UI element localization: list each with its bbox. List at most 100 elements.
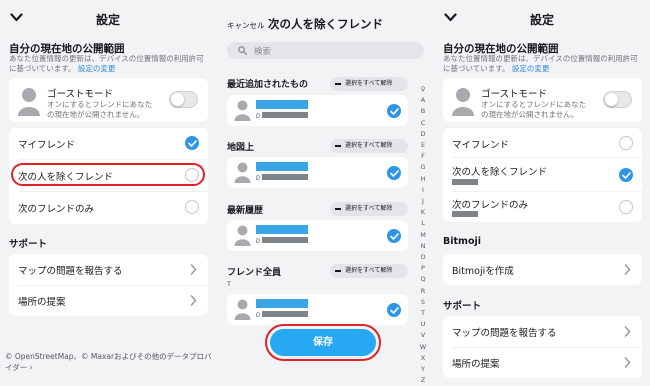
suggest-place-item[interactable]: 場所の提案 xyxy=(9,285,208,316)
alphabet-index-letter[interactable]: R xyxy=(418,286,428,297)
alphabet-index-letter[interactable]: K xyxy=(418,207,428,218)
checkmark-icon[interactable] xyxy=(387,166,401,180)
alphabet-index-letter[interactable]: ♀ xyxy=(418,84,428,95)
ghost-mode-title: ゴーストモード xyxy=(481,89,548,100)
alphabet-index-letter[interactable]: A xyxy=(418,95,428,106)
alphabet-index-letter[interactable]: S xyxy=(418,297,428,308)
friend-redacted xyxy=(452,211,478,217)
avatar-icon xyxy=(234,162,251,183)
suggest-place-item[interactable]: 場所の提案 xyxy=(443,347,642,378)
save-button[interactable]: 保存 xyxy=(270,329,376,356)
alphabet-index-letter[interactable]: Z xyxy=(418,375,428,386)
alphabet-index-letter[interactable]: J xyxy=(418,196,428,207)
ghost-mode-toggle[interactable] xyxy=(603,91,632,108)
settings-panel-right: 設定 自分の現在地の公開範囲 あなた位置情報の更新は、デバイスの位置情報の利用許… xyxy=(434,0,650,385)
radio-button[interactable] xyxy=(619,200,633,214)
alphabet-index-letter[interactable]: M xyxy=(418,230,428,241)
checkmark-icon[interactable] xyxy=(387,303,401,317)
friend-row[interactable] xyxy=(227,220,408,251)
excluded-friend-redacted xyxy=(452,179,478,185)
section-title-support: サポート xyxy=(9,239,48,250)
alphabet-index-letter[interactable]: Y xyxy=(418,364,428,375)
option-label: 次のフレンドのみ xyxy=(18,204,95,215)
change-settings-link[interactable]: 設定の変更 xyxy=(512,64,550,73)
ghost-mode-desc: オンにするとフレンドにあなたの現在地が公開されません。 xyxy=(47,100,153,119)
settings-panel-left: 設定 自分の現在地の公開範囲 あなた位置情報の更新は、デバイスの位置情報の利用許… xyxy=(0,0,216,385)
checkmark-icon[interactable] xyxy=(387,229,401,243)
alphabet-index-letter[interactable]: T xyxy=(418,308,428,319)
cancel-button[interactable]: キャンセル xyxy=(227,20,265,31)
option-label: マイフレンド xyxy=(18,140,76,151)
alphabet-index-letter[interactable]: W xyxy=(418,342,428,353)
alphabet-index-letter[interactable]: L xyxy=(418,218,428,229)
group-title-on-map: 地図上 xyxy=(227,143,255,153)
option-label: マイフレンド xyxy=(452,140,510,151)
option-my-friends[interactable]: マイフレンド xyxy=(443,128,642,159)
alphabet-index-letter[interactable]: N xyxy=(418,241,428,252)
chevron-right-icon xyxy=(190,295,197,306)
ghost-mode-title: ゴーストモード xyxy=(47,89,114,100)
alphabet-index-letter[interactable]: G xyxy=(418,162,428,173)
option-only-these-friends[interactable]: 次のフレンドのみ xyxy=(9,192,208,223)
friend-row[interactable] xyxy=(227,157,408,188)
location-description: あなた位置情報の更新は、デバイスの位置情報の利用許可に基づいています。 設定の変… xyxy=(443,54,638,73)
radio-button[interactable] xyxy=(619,136,633,150)
alphabet-index-letter[interactable]: B xyxy=(418,106,428,117)
ghost-mode-toggle[interactable] xyxy=(169,91,198,108)
alphabet-index-letter[interactable]: H xyxy=(418,174,428,185)
alphabet-index-letter[interactable]: E xyxy=(418,140,428,151)
section-title-support: サポート xyxy=(443,301,482,312)
section-title-bitmoji: Bitmoji xyxy=(443,236,481,247)
option-my-friends[interactable]: マイフレンド xyxy=(9,128,208,159)
location-description: あなた位置情報の更新は、デバイスの位置情報の利用許可に基づいています。 設定の変… xyxy=(9,54,204,73)
alphabet-index[interactable]: ♀ A B C D E F G H I J K L M N O P Q R S T U V W X Y Z xyxy=(418,84,428,386)
location-pin-icon xyxy=(256,113,260,118)
radio-button[interactable] xyxy=(185,200,199,214)
ghost-avatar-icon xyxy=(18,88,40,116)
alpha-subheader: T xyxy=(227,280,231,288)
create-bitmoji-item[interactable]: Bitmojiを作成 xyxy=(443,254,642,285)
deselect-all-button[interactable]: 選択をすべて解除 xyxy=(330,264,408,278)
alphabet-index-letter[interactable]: O xyxy=(418,252,428,263)
checkmark-icon[interactable] xyxy=(387,104,401,118)
highlight-ring xyxy=(11,163,205,186)
report-map-issue-item[interactable]: マップの問題を報告する xyxy=(443,316,642,347)
friend-row[interactable] xyxy=(227,95,408,126)
page-title: 次の人を除くフレンド xyxy=(268,17,383,31)
alphabet-index-letter[interactable]: I xyxy=(418,185,428,196)
alphabet-index-letter[interactable]: V xyxy=(418,330,428,341)
friend-username-redacted xyxy=(262,237,308,243)
friend-name-redacted xyxy=(256,299,308,308)
map-attribution[interactable]: © OpenStreetMap、© Maxarおよびその他のデータプロバイダー … xyxy=(5,351,216,373)
alphabet-index-letter[interactable]: D xyxy=(418,129,428,140)
chevron-right-icon xyxy=(190,264,197,275)
item-label: マップの問題を報告する xyxy=(452,328,557,339)
friend-username-redacted xyxy=(262,311,308,317)
alphabet-index-letter[interactable]: F xyxy=(418,151,428,162)
ghost-mode-card: ゴーストモード オンにするとフレンドにあなたの現在地が公開されません。 xyxy=(9,78,208,122)
option-only-these-friends[interactable]: 次のフレンドのみ xyxy=(443,191,642,222)
avatar-icon xyxy=(234,299,251,320)
search-input[interactable]: 検索 xyxy=(227,42,424,59)
header: 設定 xyxy=(0,0,216,38)
alphabet-index-letter[interactable]: X xyxy=(418,353,428,364)
avatar-icon xyxy=(234,225,251,246)
option-friends-except[interactable]: 次の人を除くフレンド xyxy=(443,158,642,192)
option-label: 次のフレンドのみ xyxy=(452,200,529,211)
report-map-issue-item[interactable]: マップの問題を報告する xyxy=(9,254,208,285)
alphabet-index-letter[interactable]: Q xyxy=(418,274,428,285)
friend-name-redacted xyxy=(256,100,308,109)
friend-row[interactable] xyxy=(227,294,408,325)
alphabet-index-letter[interactable]: P xyxy=(418,263,428,274)
alphabet-index-letter[interactable]: U xyxy=(418,319,428,330)
location-pin-icon xyxy=(256,175,260,180)
friend-name-redacted xyxy=(256,225,308,234)
change-settings-link[interactable]: 設定の変更 xyxy=(78,64,116,73)
deselect-all-button[interactable]: 選択をすべて解除 xyxy=(330,77,408,91)
deselect-all-button[interactable]: 選択をすべて解除 xyxy=(330,139,408,153)
deselect-all-button[interactable]: 選択をすべて解除 xyxy=(330,202,408,216)
checkmark-icon[interactable] xyxy=(185,136,199,150)
alphabet-index-letter[interactable]: C xyxy=(418,118,428,129)
group-title-latest: 最新履歴 xyxy=(227,206,264,216)
checkmark-icon[interactable] xyxy=(619,168,633,182)
